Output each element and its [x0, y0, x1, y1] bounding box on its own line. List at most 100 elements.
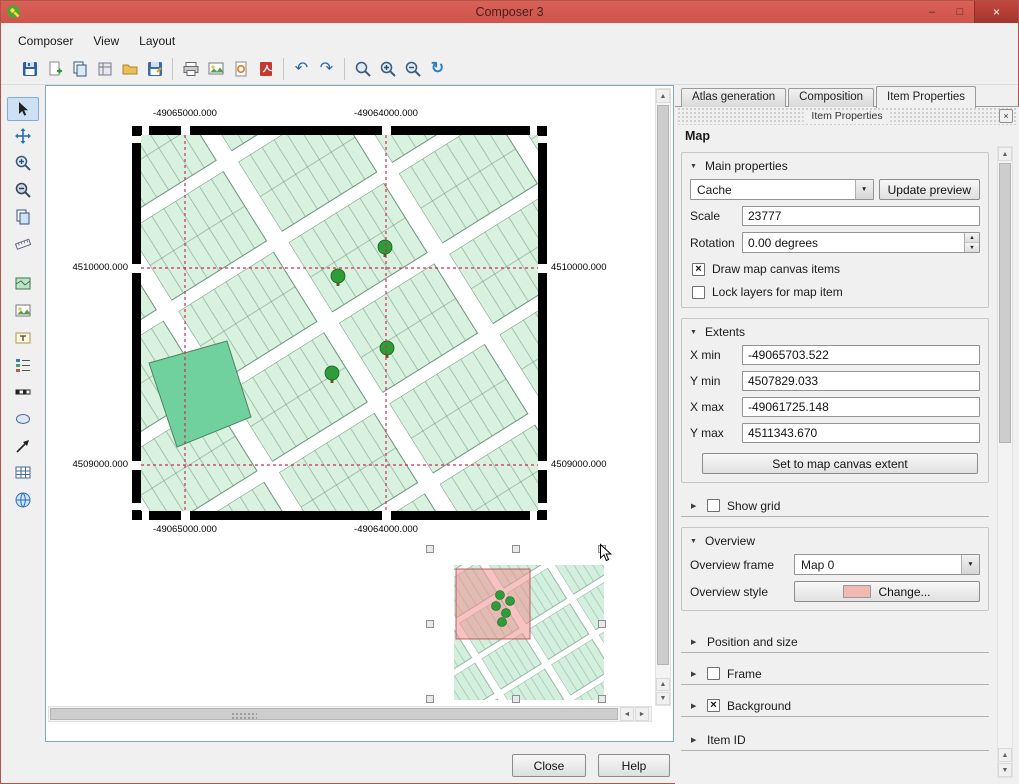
pan-tool[interactable] [7, 205, 39, 229]
dock-close-button[interactable]: × [999, 109, 1013, 123]
save-as-template-icon[interactable] [142, 56, 167, 81]
refresh-view-icon[interactable]: ↻ [425, 56, 450, 81]
export-as-pdf-icon[interactable] [253, 56, 278, 81]
dropdown-arrow-icon[interactable]: ▼ [855, 180, 873, 199]
collapse-icon[interactable]: ▼ [690, 538, 699, 545]
scroll-left-button[interactable]: ◄ [620, 707, 634, 721]
selection-handle[interactable] [512, 545, 520, 553]
menu-composer[interactable]: Composer [9, 31, 82, 51]
save-project-icon[interactable] [17, 56, 42, 81]
tab-atlas-generation[interactable]: Atlas generation [681, 88, 786, 107]
zoom-out-icon[interactable] [400, 56, 425, 81]
scroll-up-button[interactable]: ▲ [656, 89, 670, 103]
selection-handle[interactable] [598, 620, 606, 628]
close-window-button[interactable]: × [974, 1, 1018, 23]
zoom-in-icon[interactable] [375, 56, 400, 81]
selection-handle[interactable] [598, 695, 606, 703]
overview-style-change-button[interactable]: Change... [794, 581, 980, 602]
background-row[interactable]: ▶ × Background [681, 695, 989, 717]
frame-checkbox[interactable] [707, 667, 720, 680]
add-html-frame-tool[interactable] [7, 488, 39, 512]
export-as-svg-icon[interactable] [228, 56, 253, 81]
collapse-icon[interactable]: ▶ [691, 670, 700, 678]
redo-icon[interactable]: ↷ [314, 56, 339, 81]
add-new-legend-tool[interactable] [7, 353, 39, 377]
scrollbar-thumb[interactable] [657, 105, 669, 665]
scroll-up-button[interactable]: ▲ [998, 748, 1012, 762]
preview-mode-combo[interactable]: Cache ▼ [690, 179, 874, 200]
rotation-spinbox[interactable]: ▲ ▼ [742, 232, 980, 253]
load-from-template-icon[interactable] [117, 56, 142, 81]
selection-handle[interactable] [426, 695, 434, 703]
draw-map-canvas-items-checkbox[interactable]: × [692, 263, 705, 276]
composition-manager-icon[interactable] [92, 56, 117, 81]
scroll-down-button[interactable]: ▼ [656, 692, 670, 705]
scroll-right-button[interactable]: ► [635, 707, 649, 721]
set-to-map-canvas-extent-button[interactable]: Set to map canvas extent [702, 453, 978, 474]
spin-down-icon[interactable]: ▼ [965, 243, 979, 252]
help-button[interactable]: Help [598, 754, 670, 777]
collapse-icon[interactable]: ▼ [690, 163, 699, 170]
frame-row[interactable]: ▶ Frame [681, 663, 989, 685]
add-new-label-tool[interactable] [7, 326, 39, 350]
add-new-map-tool[interactable] [7, 272, 39, 296]
add-basic-shape-tool[interactable] [7, 407, 39, 431]
spin-up-icon[interactable]: ▲ [965, 233, 979, 243]
show-grid-checkbox[interactable] [707, 499, 720, 512]
print-icon[interactable] [178, 56, 203, 81]
new-composition-icon[interactable] [42, 56, 67, 81]
menu-view[interactable]: View [84, 31, 128, 51]
select-move-item-tool[interactable] [7, 97, 39, 121]
zoom-out-tool[interactable] [7, 178, 39, 202]
maximize-button[interactable]: □ [946, 1, 974, 23]
dropdown-arrow-icon[interactable]: ▼ [961, 555, 979, 574]
show-grid-row[interactable]: ▶ Show grid [681, 495, 989, 517]
scrollbar-thumb[interactable] [50, 708, 618, 720]
position-and-size-row[interactable]: ▶ Position and size [681, 631, 989, 653]
collapse-icon[interactable]: ▶ [691, 638, 700, 646]
minimize-button[interactable]: – [918, 1, 946, 23]
scale-input[interactable] [742, 206, 980, 226]
add-arrow-tool[interactable] [7, 434, 39, 458]
update-preview-button[interactable]: Update preview [879, 179, 980, 200]
zoom-in-tool[interactable] [7, 151, 39, 175]
xmin-input[interactable] [742, 345, 980, 365]
ymax-input[interactable] [742, 423, 980, 443]
menu-layout[interactable]: Layout [130, 31, 184, 51]
export-as-image-icon[interactable] [203, 56, 228, 81]
overview-map-item[interactable] [454, 565, 604, 700]
duplicate-composition-icon[interactable] [67, 56, 92, 81]
background-checkbox[interactable]: × [707, 699, 720, 712]
dock-titlebar[interactable]: Item Properties × [677, 108, 1017, 125]
scroll-down-button[interactable]: ▼ [998, 763, 1012, 777]
scroll-up-button[interactable]: ▲ [656, 678, 670, 691]
composition-canvas[interactable]: -49065000.000 -49064000.000 -49065000.00… [45, 85, 674, 742]
canvas-horizontal-scrollbar[interactable]: ◄ ► [48, 706, 652, 722]
collapse-icon[interactable]: ▶ [691, 502, 700, 510]
rotation-input[interactable] [743, 233, 964, 252]
selection-handle[interactable] [512, 695, 520, 703]
tab-composition[interactable]: Composition [788, 88, 874, 107]
zoom-full-icon[interactable] [350, 56, 375, 81]
overview-frame-combo[interactable]: Map 0 ▼ [794, 554, 980, 575]
add-image-tool[interactable] [7, 299, 39, 323]
collapse-icon[interactable]: ▼ [690, 329, 699, 336]
item-id-row[interactable]: ▶ Item ID [681, 729, 989, 751]
collapse-icon[interactable]: ▶ [691, 736, 700, 744]
canvas-vertical-scrollbar[interactable]: ▲ ▲ ▼ [655, 88, 671, 706]
add-attribute-table-tool[interactable] [7, 461, 39, 485]
map-item[interactable] [132, 126, 547, 520]
lock-layers-checkbox[interactable] [692, 286, 705, 299]
ymin-input[interactable] [742, 371, 980, 391]
move-item-content-tool[interactable] [7, 124, 39, 148]
titlebar[interactable]: Composer 3 – □ × [1, 1, 1018, 23]
add-new-scalebar-tool[interactable] [7, 380, 39, 404]
selection-handle[interactable] [426, 620, 434, 628]
scrollbar-thumb[interactable] [999, 163, 1011, 443]
scroll-up-button[interactable]: ▲ [998, 147, 1012, 161]
tab-item-properties[interactable]: Item Properties [876, 86, 976, 108]
close-dialog-button[interactable]: Close [512, 754, 586, 777]
xmax-input[interactable] [742, 397, 980, 417]
panel-scrollbar[interactable]: ▲ ▲ ▼ [997, 146, 1013, 778]
measure-tool[interactable] [7, 232, 39, 256]
